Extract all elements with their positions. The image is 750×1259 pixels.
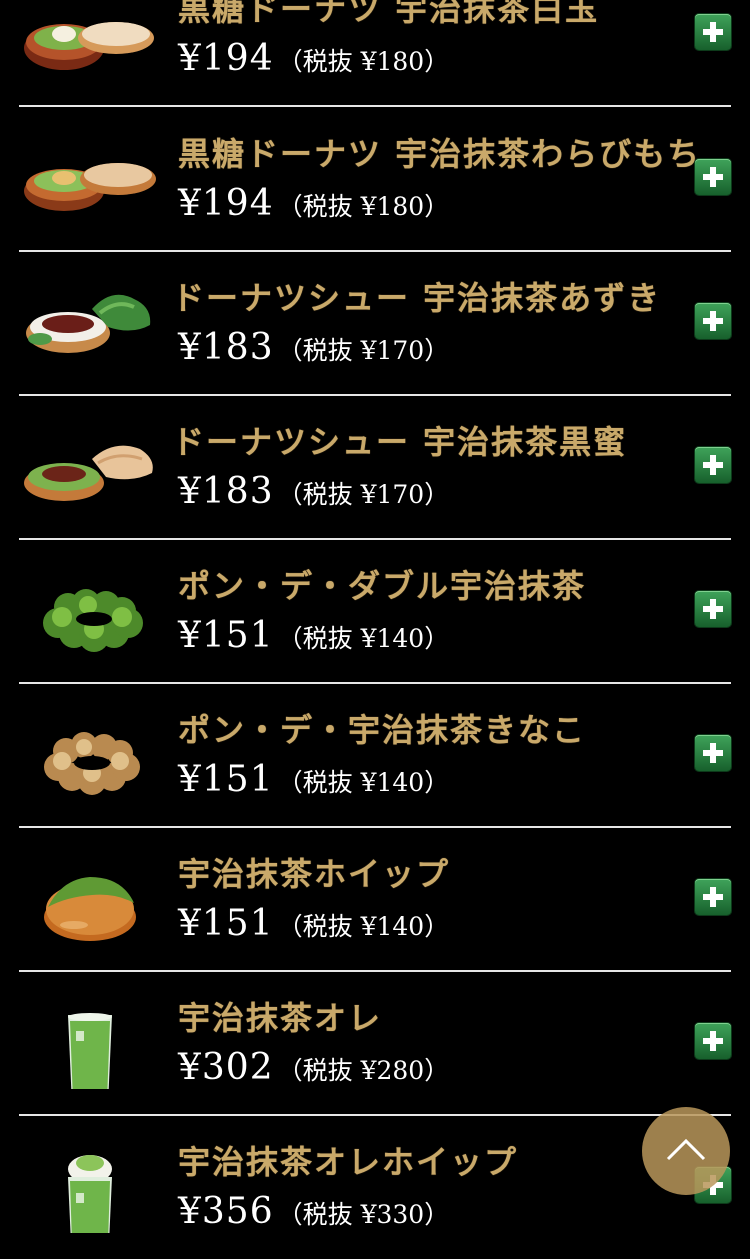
price-incl-tax: ¥356 xyxy=(178,1191,274,1232)
product-row: ポン・デ・ダブル宇治抹茶 ¥151 （税抜 ¥140） xyxy=(0,539,750,683)
product-name: 黒糖ドーナツ 宇治抹茶わらびもち xyxy=(178,135,702,173)
product-image-pon-de-matcha-kinako xyxy=(22,701,158,801)
product-name: 宇治抹茶オレ xyxy=(178,999,383,1037)
add-button[interactable] xyxy=(695,303,731,339)
price-incl-tax: ¥151 xyxy=(178,615,274,656)
product-name: 黒糖ドーナツ 宇治抹茶白玉 xyxy=(178,0,600,28)
product-image-matcha-latte-whip-glass xyxy=(22,1133,158,1233)
price-incl-tax: ¥194 xyxy=(178,38,274,79)
add-button[interactable] xyxy=(695,879,731,915)
price-excl-tax: （税抜 ¥140） xyxy=(277,912,450,941)
product-price: ¥194 （税抜 ¥180） xyxy=(178,183,449,224)
add-button[interactable] xyxy=(695,735,731,771)
product-row: 黒糖ドーナツ 宇治抹茶わらびもち ¥194 （税抜 ¥180） xyxy=(0,107,750,251)
product-price: ¥194 （税抜 ¥180） xyxy=(178,38,449,79)
product-name: 宇治抹茶ホイップ xyxy=(178,855,451,893)
price-incl-tax: ¥183 xyxy=(178,327,274,368)
price-excl-tax: （税抜 ¥170） xyxy=(277,336,450,365)
product-price: ¥356 （税抜 ¥330） xyxy=(178,1191,449,1232)
product-image-matcha-latte-glass xyxy=(22,989,158,1089)
chevron-up-icon xyxy=(666,1138,706,1161)
product-name: ポン・デ・宇治抹茶きなこ xyxy=(178,711,587,749)
product-image-kokuto-donut-warabimochi xyxy=(22,125,158,225)
price-excl-tax: （税抜 ¥140） xyxy=(277,768,450,797)
price-incl-tax: ¥151 xyxy=(178,903,274,944)
product-row: ポン・デ・宇治抹茶きなこ ¥151 （税抜 ¥140） xyxy=(0,683,750,827)
add-button[interactable] xyxy=(695,14,731,50)
price-excl-tax: （税抜 ¥140） xyxy=(277,624,450,653)
price-incl-tax: ¥302 xyxy=(178,1047,274,1088)
product-row: 宇治抹茶オレホイップ ¥356 （税抜 ¥330） xyxy=(0,1115,750,1259)
add-button[interactable] xyxy=(695,159,731,195)
product-name: 宇治抹茶オレホイップ xyxy=(178,1143,519,1181)
price-excl-tax: （税抜 ¥280） xyxy=(277,1056,450,1085)
product-row: 黒糖ドーナツ 宇治抹茶白玉 ¥194 （税抜 ¥180） xyxy=(0,0,750,106)
product-row: ドーナツシュー 宇治抹茶あずき ¥183 （税抜 ¥170） xyxy=(0,251,750,395)
product-price: ¥151 （税抜 ¥140） xyxy=(178,903,449,944)
price-excl-tax: （税抜 ¥330） xyxy=(277,1200,450,1229)
product-price: ¥302 （税抜 ¥280） xyxy=(178,1047,449,1088)
product-name: ドーナツシュー 宇治抹茶あずき xyxy=(172,279,662,317)
add-button[interactable] xyxy=(695,591,731,627)
product-name: ドーナツシュー 宇治抹茶黒蜜 xyxy=(172,423,628,461)
add-button[interactable] xyxy=(695,1023,731,1059)
product-image-donut-chou-azuki xyxy=(22,269,158,369)
product-row: 宇治抹茶オレ ¥302 （税抜 ¥280） xyxy=(0,971,750,1115)
product-row: ドーナツシュー 宇治抹茶黒蜜 ¥183 （税抜 ¥170） xyxy=(0,395,750,539)
price-incl-tax: ¥194 xyxy=(178,183,274,224)
product-price: ¥151 （税抜 ¥140） xyxy=(178,759,449,800)
product-image-matcha-whip-donut xyxy=(22,845,158,945)
price-excl-tax: （税抜 ¥180） xyxy=(277,47,450,76)
price-excl-tax: （税抜 ¥170） xyxy=(277,480,450,509)
product-image-donut-chou-kuromitsu xyxy=(22,413,158,513)
add-button[interactable] xyxy=(695,447,731,483)
price-excl-tax: （税抜 ¥180） xyxy=(277,192,450,221)
price-incl-tax: ¥151 xyxy=(178,759,274,800)
product-image-kokuto-donut-shiratama xyxy=(22,0,158,80)
product-price: ¥183 （税抜 ¥170） xyxy=(178,327,449,368)
product-image-pon-de-double-matcha xyxy=(22,557,158,657)
product-name: ポン・デ・ダブル宇治抹茶 xyxy=(178,567,587,605)
product-row: 宇治抹茶ホイップ ¥151 （税抜 ¥140） xyxy=(0,827,750,971)
price-incl-tax: ¥183 xyxy=(178,471,274,512)
product-price: ¥151 （税抜 ¥140） xyxy=(178,615,449,656)
scroll-to-top-button[interactable] xyxy=(642,1107,730,1195)
product-price: ¥183 （税抜 ¥170） xyxy=(178,471,449,512)
